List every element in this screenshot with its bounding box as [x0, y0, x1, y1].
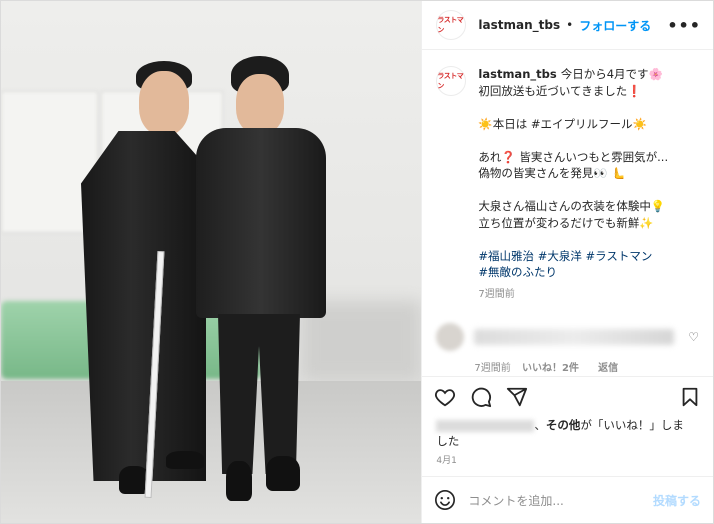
caption-line: ☀️本日は #エイプリルフール☀️ [478, 116, 647, 131]
comment-like-count[interactable]: いいね！2件 [522, 363, 579, 374]
caption-line: 立ち位置が変わるだけでも新鮮✨ [478, 215, 654, 230]
comment-like-icon[interactable]: ♡ [688, 330, 699, 344]
caption: ラストマン lastman_tbs 今日から4月です🌸 初回放送も近づいてきました… [436, 66, 699, 303]
likes-others[interactable]: 、その他 [534, 418, 580, 432]
share-icon[interactable] [506, 386, 528, 408]
instagram-post: ラストマン lastman_tbs • フォローする ••• ラストマン las… [0, 0, 714, 524]
avatar[interactable]: ラストマン [436, 10, 467, 40]
caption-timestamp[interactable]: 7週間前 [478, 287, 668, 304]
reply-button[interactable]: 返信 [598, 363, 618, 374]
post-comment-button[interactable]: 投稿する [653, 492, 701, 509]
likes-summary: 、その他が「いいね！」しました [422, 417, 713, 449]
post-photo[interactable] [1, 1, 422, 523]
caption-line: 偽物の皆実さんを発見👀 🫷 [478, 166, 626, 180]
caption-line: あれ❓ 皆実さんいつもと雰囲気が... [478, 149, 669, 164]
username-link[interactable]: lastman_tbs [478, 18, 560, 32]
comment-meta: 7週間前 いいね！2件 返信 [436, 359, 699, 374]
bookmark-icon[interactable] [679, 386, 701, 408]
comment-icon[interactable] [470, 386, 492, 408]
caption-line: 大泉さん福山さんの衣装を体験中💡 [478, 199, 666, 213]
follow-button[interactable]: フォローする [579, 17, 651, 34]
add-comment-bar: コメントを追加... 投稿する [422, 476, 713, 523]
caption-line: 初回放送も近づいてきました❗ [478, 83, 642, 98]
avatar-logo-text: ラストマン [437, 16, 464, 34]
avatar[interactable]: ラストマン [436, 66, 467, 96]
separator-dot: • [566, 18, 574, 32]
comment-text-blurred [474, 329, 675, 345]
comment-timestamp[interactable]: 7週間前 [474, 363, 510, 374]
comment-avatar[interactable] [436, 323, 465, 351]
post-header: ラストマン lastman_tbs • フォローする ••• [422, 1, 713, 50]
likes-quote: 「いいね！」しま [591, 418, 684, 432]
caption-username[interactable]: lastman_tbs [478, 67, 556, 81]
post-side-panel: ラストマン lastman_tbs • フォローする ••• ラストマン las… [421, 1, 713, 523]
avatar-logo-text: ラストマン [437, 72, 464, 90]
post-date[interactable]: 4月1 [422, 449, 713, 476]
comments-area: ラストマン lastman_tbs 今日から4月です🌸 初回放送も近づいてきました… [422, 50, 713, 376]
emoji-icon[interactable] [434, 489, 456, 511]
comment-input[interactable]: コメントを追加... [468, 492, 653, 509]
liker-names-blurred[interactable] [436, 419, 535, 432]
caption-line: 今日から4月です🌸 [560, 67, 663, 81]
action-bar [422, 376, 713, 417]
likes-text: が [580, 418, 592, 432]
hashtag-line[interactable]: #福山雅治 #大泉洋 #ラストマン [478, 248, 668, 265]
hashtag-line[interactable]: #無敵のふたり [478, 264, 668, 281]
more-horizontal-icon[interactable]: ••• [667, 16, 701, 35]
comment-item: ♡ [436, 323, 699, 351]
caption-text: lastman_tbs 今日から4月です🌸 初回放送も近づいてきました❗ ☀️本日… [478, 66, 668, 303]
person-right [186, 56, 331, 506]
heart-icon[interactable] [434, 386, 456, 408]
likes-end: した [436, 434, 460, 448]
